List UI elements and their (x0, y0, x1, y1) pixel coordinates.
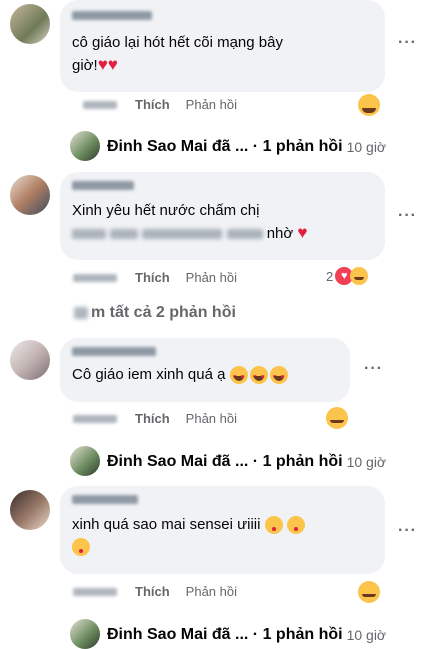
commenter-avatar[interactable] (10, 490, 50, 530)
like-button[interactable]: Thích (135, 584, 170, 599)
comment-time[interactable] (73, 587, 117, 596)
replier-avatar[interactable] (70, 446, 100, 476)
heart-emoji-icon: ♥ (297, 223, 308, 242)
like-button[interactable]: Thích (135, 270, 170, 285)
commenter-name[interactable] (72, 495, 138, 504)
commenter-name[interactable] (72, 181, 134, 190)
blowing-kiss-emoji-icon (286, 516, 305, 535)
reaction-summary[interactable]: 2 ♥ (326, 267, 369, 285)
view-all-replies-link[interactable]: m tất cả 2 phản hồi (74, 304, 236, 322)
replier-avatar[interactable] (70, 619, 100, 649)
reply-button[interactable]: Phản hồi (186, 411, 237, 426)
comment-bubble: xinh quá sao mai sensei ưiiii (60, 486, 385, 574)
replier-avatar[interactable] (70, 131, 100, 161)
like-button[interactable]: Thích (135, 97, 170, 112)
like-button[interactable]: Thích (135, 411, 170, 426)
comment-bubble: Cô giáo iem xinh quá ạ (60, 338, 350, 402)
comment-actions: Thích Phản hồi (73, 411, 253, 426)
comment-text: cô giáo lại hót hết cõi mạng bây giờ!♥♥ (72, 34, 283, 74)
commenter-avatar[interactable] (10, 4, 50, 44)
comment-time[interactable] (73, 273, 117, 282)
reaction-count: 2 (326, 268, 334, 284)
comment-text: Cô giáo iem xinh quá ạ (72, 364, 338, 389)
view-reply-link[interactable]: Đinh Sao Mai đã ... · 1 phản hồi 10 giờ (107, 453, 386, 471)
comment-time[interactable] (73, 414, 117, 423)
blowing-kiss-emoji-icon (264, 516, 283, 535)
comment-actions: Thích Phản hồi (83, 97, 253, 112)
comment-actions: Thích Phản hồi (73, 270, 253, 285)
care-reaction-icon[interactable] (358, 581, 380, 603)
more-options-icon[interactable]: ··· (398, 522, 417, 540)
heart-eyes-emoji-icon (249, 366, 268, 389)
comment-text: Xinh yêu hết nước chấm chị nhờ ♥ (72, 202, 308, 242)
view-reply-link[interactable]: Đinh Sao Mai đã ... · 1 phản hồi 10 giờ (107, 626, 386, 644)
heart-emoji-icon: ♥♥ (97, 55, 118, 74)
commenter-avatar[interactable] (10, 175, 50, 215)
reply-button[interactable]: Phản hồi (186, 584, 237, 599)
commenter-avatar[interactable] (10, 340, 50, 380)
more-options-icon[interactable]: ··· (364, 360, 383, 378)
haha-reaction-icon[interactable] (358, 94, 380, 116)
comment-bubble: cô giáo lại hót hết cõi mạng bây giờ!♥♥ (60, 0, 385, 92)
reply-time: 10 giờ (346, 454, 387, 470)
view-reply-link[interactable]: Đinh Sao Mai đã ... · 1 phản hồi 10 giờ (107, 138, 386, 156)
reply-button[interactable]: Phản hồi (186, 270, 237, 285)
commenter-name[interactable] (72, 347, 156, 356)
care-reaction-icon (350, 267, 369, 285)
care-reaction-icon[interactable] (326, 407, 348, 429)
reply-time: 10 giờ (346, 139, 387, 155)
comment-time[interactable] (83, 100, 117, 109)
reply-time: 10 giờ (346, 627, 387, 643)
comment-actions: Thích Phản hồi (73, 584, 253, 599)
more-options-icon[interactable]: ··· (398, 207, 417, 225)
more-options-icon[interactable]: ··· (398, 34, 417, 52)
heart-eyes-emoji-icon (229, 366, 248, 389)
comment-text: xinh quá sao mai sensei ưiiii (72, 514, 373, 558)
reply-button[interactable]: Phản hồi (186, 97, 237, 112)
heart-eyes-emoji-icon (269, 366, 288, 389)
commenter-name[interactable] (72, 11, 152, 20)
blowing-kiss-emoji-icon (72, 538, 90, 557)
comment-bubble: Xinh yêu hết nước chấm chị nhờ ♥ (60, 172, 385, 260)
